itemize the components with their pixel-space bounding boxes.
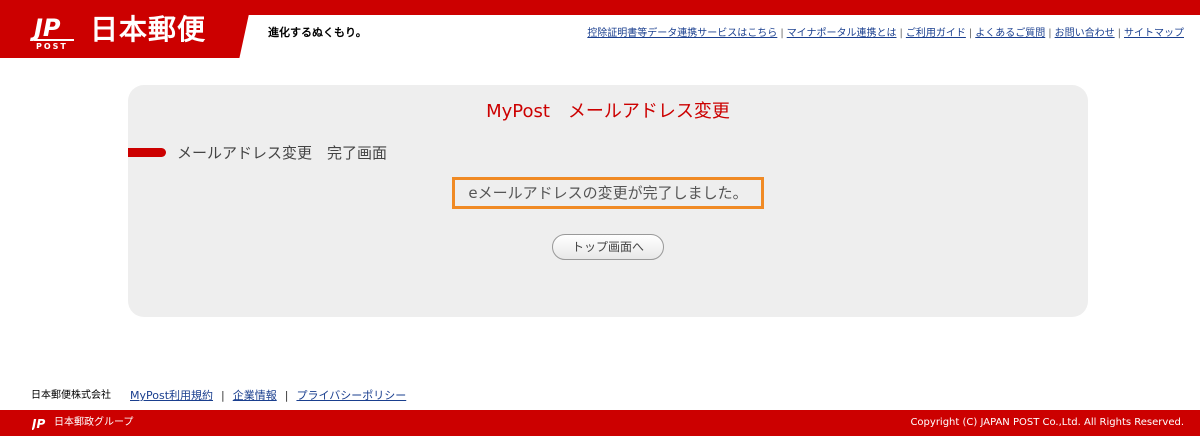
footer-company-name: 日本郵便株式会社 xyxy=(31,390,111,401)
footer-link-separator: | xyxy=(284,389,289,402)
header-link-sitemap[interactable]: サイトマップ xyxy=(1124,28,1184,39)
header-link-mynaportal[interactable]: マイナポータル連携とは xyxy=(787,28,897,39)
logo-text: 日本郵便 xyxy=(90,13,207,46)
completion-message: eメールアドレスの変更が完了しました。 xyxy=(452,177,764,209)
section-heading: メールアドレス変更 完了画面 xyxy=(177,144,388,162)
svg-text:JP: JP xyxy=(30,14,61,42)
svg-text:POST: POST xyxy=(36,42,68,51)
copyright: Copyright (C) JAPAN POST Co.,Ltd. All Ri… xyxy=(910,417,1184,428)
footer-links: MyPost利用規約 | 企業情報 | プライバシーポリシー xyxy=(130,389,406,403)
logo-block[interactable]: JP POST 日本郵便 xyxy=(0,0,252,58)
section-marker xyxy=(128,148,166,157)
header-link-separator: | xyxy=(780,28,784,39)
slogan: 進化するぬくもり。 xyxy=(268,26,367,39)
header-link-faq[interactable]: よくあるご質問 xyxy=(975,28,1045,39)
jp-post-logo-icon: JP POST xyxy=(30,14,74,51)
footer-link-privacy[interactable]: プライバシーポリシー xyxy=(296,389,406,402)
header-link-separator: | xyxy=(968,28,973,39)
header-link-separator: | xyxy=(899,28,903,39)
header-link-separator: | xyxy=(1117,28,1121,39)
jp-group-logo-icon: JP xyxy=(32,417,45,430)
header-link-guide[interactable]: ご利用ガイド xyxy=(906,28,966,39)
header-link-contact[interactable]: お問い合わせ xyxy=(1055,28,1115,39)
footer-link-company-info[interactable]: 企業情報 xyxy=(233,389,277,402)
footer-link-terms[interactable]: MyPost利用規約 xyxy=(130,389,213,402)
header-link-separator: | xyxy=(1048,28,1052,39)
header-links: 控除証明書等データ連携サービスはこちら | マイナポータル連携とは | ご利用ガイド | よ… xyxy=(587,24,1184,39)
top-page-button[interactable]: トップ画面へ xyxy=(552,234,664,260)
footer-link-separator: | xyxy=(221,389,225,402)
svg-text:JP: JP xyxy=(32,417,45,430)
header-link-deduction-data[interactable]: 控除証明書等データ連携サービスはこちら xyxy=(587,28,777,39)
page-title: MyPost メールアドレス変更 xyxy=(486,101,730,122)
group-name: 日本郵政グループ xyxy=(54,417,134,428)
